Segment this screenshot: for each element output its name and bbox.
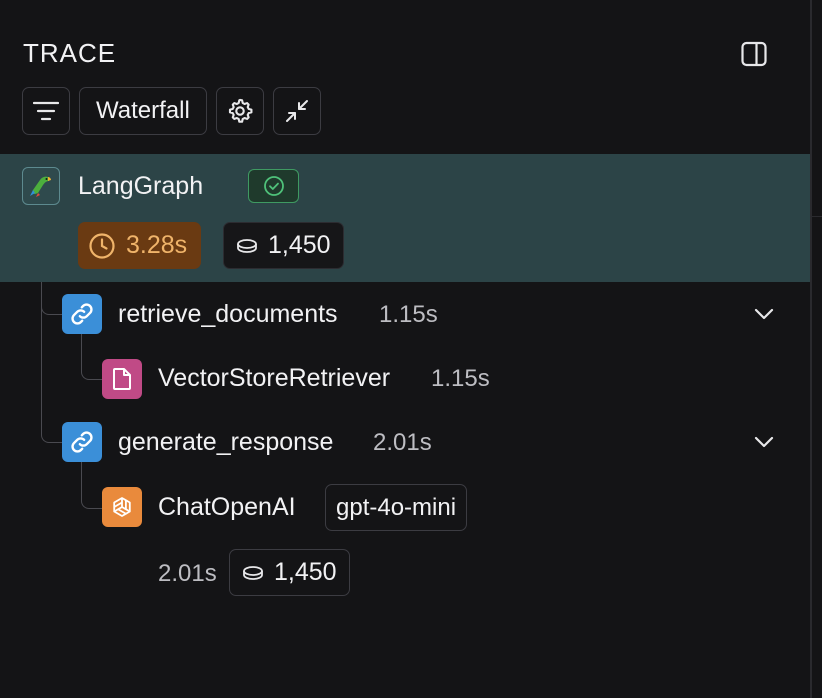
clock-icon	[89, 232, 115, 259]
filter-lines-icon	[33, 101, 59, 121]
settings-button[interactable]	[215, 87, 264, 135]
run-name-vectorstore-retriever[interactable]: VectorStoreRetriever	[158, 364, 390, 393]
root-latency: 3.28s	[126, 231, 188, 259]
run-latency-retrieve-documents: 1.15s	[379, 301, 438, 328]
trace-toolbar: Waterfall	[22, 87, 321, 135]
filter-button[interactable]	[22, 87, 70, 135]
parrot-icon	[30, 176, 51, 197]
chain-run-icon	[62, 294, 102, 334]
coins-icon	[243, 565, 263, 580]
langgraph-icon	[22, 167, 60, 205]
chain-run-icon	[62, 422, 102, 462]
run-latency-chatopenai: 2.01s	[158, 560, 217, 587]
tree-line-retrieve	[81, 333, 102, 380]
run-latency-generate-response: 2.01s	[373, 429, 432, 456]
root-tokens: 1,450	[268, 231, 331, 259]
collapse-button[interactable]	[272, 87, 321, 135]
run-name-retrieve-documents[interactable]: retrieve_documents	[118, 300, 338, 329]
run-name-generate-response[interactable]: generate_response	[118, 428, 333, 457]
llm-run-icon	[102, 487, 142, 527]
waterfall-view-button[interactable]: Waterfall	[79, 87, 207, 135]
coins-icon	[237, 238, 257, 253]
chevron-down-icon[interactable]	[752, 302, 776, 326]
panel-title: TRACE	[23, 38, 117, 68]
run-token-badge: 1,450	[229, 549, 350, 596]
run-name-chatopenai[interactable]: ChatOpenAI	[158, 493, 296, 522]
link-icon	[71, 431, 93, 453]
sidebar-panel-icon	[741, 41, 767, 67]
sidebar-toggle-button[interactable]	[740, 40, 768, 68]
gear-icon	[228, 98, 253, 123]
tree-line-generate	[81, 461, 102, 509]
tree-line-root-2	[41, 300, 62, 443]
check-circle-icon	[263, 176, 284, 196]
divider-tick	[812, 216, 822, 217]
run-tokens-chatopenai: 1,450	[274, 558, 337, 586]
root-run-name: LangGraph	[78, 172, 204, 200]
link-icon	[71, 303, 93, 325]
status-badge	[248, 169, 299, 203]
retriever-run-icon	[102, 359, 142, 399]
root-latency-badge: 3.28s	[78, 222, 202, 269]
panel-divider[interactable]	[810, 0, 812, 698]
root-token-badge: 1,450	[223, 222, 344, 269]
file-icon	[113, 368, 131, 390]
minimize-arrows-icon	[285, 100, 308, 122]
run-latency-vectorstore-retriever: 1.15s	[431, 365, 490, 392]
chevron-down-icon[interactable]	[752, 430, 776, 454]
model-name-badge: gpt-4o-mini	[325, 484, 468, 531]
openai-icon	[113, 497, 131, 517]
